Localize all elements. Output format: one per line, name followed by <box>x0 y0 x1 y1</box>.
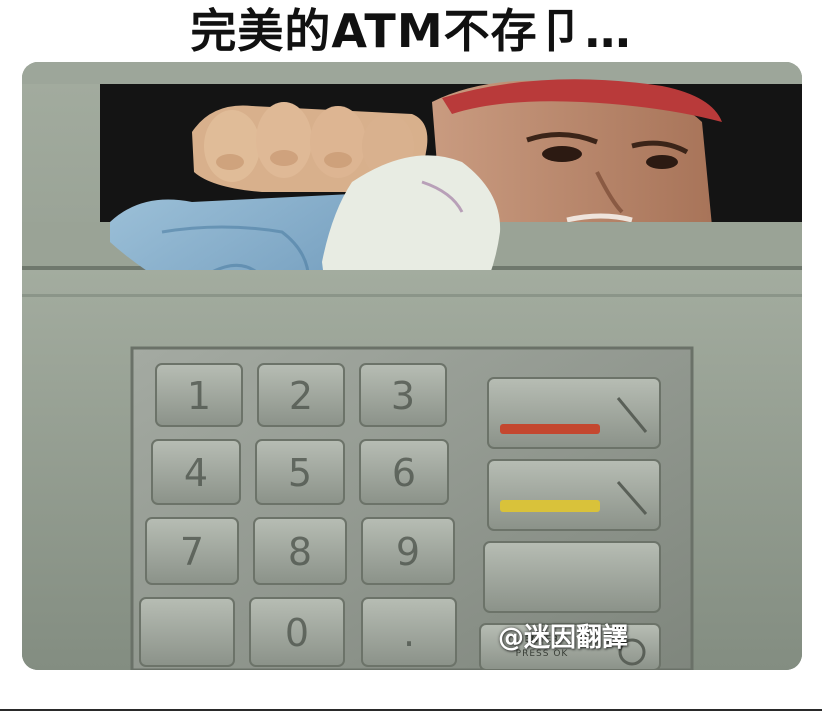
svg-text:6: 6 <box>392 451 416 495</box>
svg-text:7: 7 <box>180 530 204 574</box>
keypad-key-dot[interactable]: . <box>361 597 457 667</box>
keypad-key-5[interactable]: 5 <box>255 439 345 505</box>
clear-stripe <box>500 500 600 512</box>
keypad-key-9[interactable]: 9 <box>361 517 455 585</box>
keypad-key-0[interactable]: 0 <box>249 597 345 667</box>
atm-scene: 1 2 3 4 5 6 7 8 9 0 . ENTER PRESS OK <box>22 62 802 670</box>
svg-text:0: 0 <box>285 611 309 655</box>
keypad-key-4[interactable]: 4 <box>151 439 241 505</box>
svg-text:9: 9 <box>396 530 420 574</box>
svg-text:2: 2 <box>289 374 313 418</box>
cancel-key[interactable] <box>487 377 661 449</box>
blank-function-key[interactable] <box>483 541 661 613</box>
cancel-stripe <box>500 424 600 434</box>
meme-page: 完美的ATM不存卩… 1 2 3 4 5 6 7 8 9 0 . ENTER P… <box>0 0 822 715</box>
clear-key[interactable] <box>487 459 661 531</box>
keypad-key-2[interactable]: 2 <box>257 363 345 427</box>
svg-text:8: 8 <box>288 530 312 574</box>
svg-text:5: 5 <box>288 451 312 495</box>
svg-text:3: 3 <box>391 374 415 418</box>
atm-top-bezel <box>22 62 802 84</box>
keypad-key-8[interactable]: 8 <box>253 517 347 585</box>
svg-text:.: . <box>403 611 415 655</box>
keypad-key-6[interactable]: 6 <box>359 439 449 505</box>
atm-photo: 1 2 3 4 5 6 7 8 9 0 . ENTER PRESS OK @迷因… <box>22 62 802 670</box>
keypad-key-blank[interactable] <box>139 597 235 667</box>
svg-text:1: 1 <box>187 374 211 418</box>
bottom-divider <box>0 709 822 711</box>
meme-caption: 完美的ATM不存卩… <box>190 4 632 58</box>
keypad-key-7[interactable]: 7 <box>145 517 239 585</box>
svg-text:4: 4 <box>184 451 208 495</box>
keypad-key-1[interactable]: 1 <box>155 363 243 427</box>
keypad-key-3[interactable]: 3 <box>359 363 447 427</box>
watermark-credit: @迷因翻譯 <box>498 623 629 653</box>
